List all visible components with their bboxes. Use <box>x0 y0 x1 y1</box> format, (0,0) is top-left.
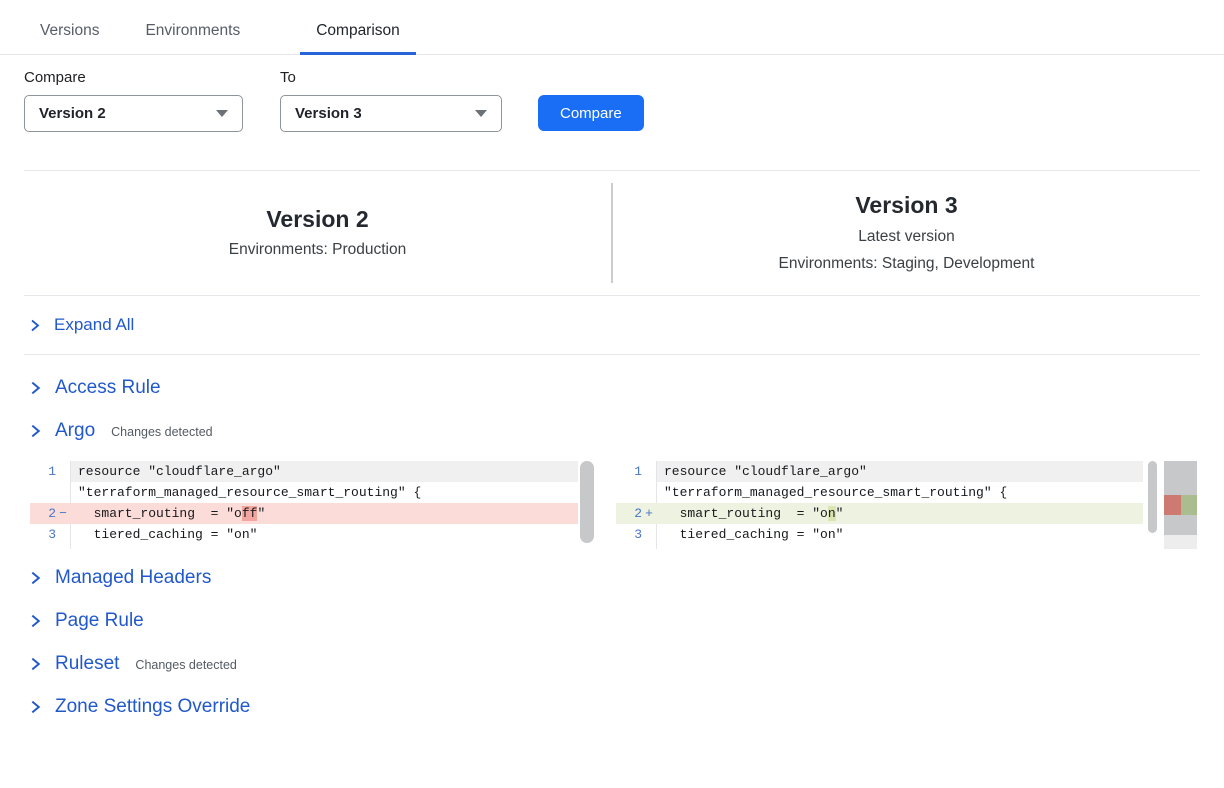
code-text: tiered_caching = "on" <box>70 524 578 545</box>
section-label: Managed Headers <box>55 567 211 589</box>
code-text: tiered_caching = "on" <box>656 524 1143 545</box>
chevron-right-icon <box>28 571 42 585</box>
tab-comparison[interactable]: Comparison <box>300 18 416 54</box>
section-label: Zone Settings Override <box>55 696 250 718</box>
compare-button[interactable]: Compare <box>538 95 644 131</box>
line-number: 3 <box>616 524 642 545</box>
right-pane-scrollbar[interactable] <box>1146 461 1159 549</box>
diff-line: } <box>30 545 578 549</box>
changes-detected-badge: Changes detected <box>111 425 212 439</box>
section-access-rule[interactable]: Access Rule <box>28 368 1224 408</box>
chevron-right-icon <box>28 657 42 671</box>
right-version-header: Version 3 Latest version Environments: S… <box>613 171 1200 295</box>
line-number: 3 <box>30 524 56 545</box>
chevron-right-icon <box>28 614 42 628</box>
code-text: } <box>656 545 1143 549</box>
compare-to-select[interactable]: Version 3 <box>280 95 502 132</box>
left-version-title: Version 2 <box>266 205 368 235</box>
section-page-rule[interactable]: Page Rule <box>28 601 1224 641</box>
version-headers: Version 2 Environments: Production Versi… <box>24 171 1200 295</box>
removed-marker: − <box>56 503 70 524</box>
line-number: 2 <box>30 503 56 524</box>
minimap-track <box>1164 461 1197 535</box>
diff-overview-minimap[interactable] <box>1164 461 1197 549</box>
diff-line-wrap: "terraform_managed_resource_smart_routin… <box>616 482 1143 503</box>
section-label: Argo <box>55 420 95 442</box>
section-label: Page Rule <box>55 610 144 632</box>
section-zone-settings-override[interactable]: Zone Settings Override <box>28 687 1224 727</box>
compare-from-group: Compare Version 2 <box>24 69 243 132</box>
diff-left-pane: 1 resource "cloudflare_argo" "terraform_… <box>30 461 596 549</box>
tab-versions[interactable]: Versions <box>24 18 115 54</box>
added-marker: + <box>642 503 656 524</box>
chevron-right-icon <box>28 700 42 714</box>
left-version-header: Version 2 Environments: Production <box>24 171 611 295</box>
compare-to-group: To Version 3 <box>280 69 502 132</box>
tab-environments[interactable]: Environments <box>129 18 256 54</box>
line-number: 1 <box>30 461 56 482</box>
removed-word-highlight: ff <box>242 506 258 521</box>
code-text: smart_routing = "on" <box>656 503 1143 524</box>
expand-all-label: Expand All <box>54 315 134 335</box>
code-text: "terraform_managed_resource_smart_routin… <box>70 482 578 503</box>
expand-all-button[interactable]: Expand All <box>28 296 1224 354</box>
divider <box>24 354 1200 355</box>
code-text: resource "cloudflare_argo" <box>70 461 578 482</box>
diff-line: 3 tiered_caching = "on" <box>616 524 1143 545</box>
compare-controls: Compare Version 2 To Version 3 Compare <box>24 69 1200 132</box>
right-version-title: Version 3 <box>855 191 957 221</box>
diff-line-removed: 2− smart_routing = "off" <box>30 503 578 524</box>
diff-line: } <box>616 545 1143 549</box>
right-version-environments: Environments: Staging, Development <box>779 254 1035 275</box>
line-number: 1 <box>616 461 642 482</box>
code-text: resource "cloudflare_argo" <box>656 461 1143 482</box>
right-version-subtitle: Latest version <box>858 227 955 248</box>
diff-right-pane: 1 resource "cloudflare_argo" "terraform_… <box>616 461 1197 549</box>
added-word-highlight: n <box>828 506 836 521</box>
section-argo[interactable]: Argo Changes detected <box>28 411 1224 451</box>
diff-line: 3 tiered_caching = "on" <box>30 524 578 545</box>
chevron-down-icon <box>216 110 228 117</box>
diff-right-code: 1 resource "cloudflare_argo" "terraform_… <box>616 461 1143 549</box>
diff-line-added: 2+ smart_routing = "on" <box>616 503 1143 524</box>
chevron-right-icon <box>28 319 41 332</box>
argo-diff-viewer: 1 resource "cloudflare_argo" "terraform_… <box>30 461 1197 549</box>
minimap-addition-marker <box>1181 495 1198 515</box>
compare-to-value: Version 3 <box>295 105 362 122</box>
chevron-right-icon <box>28 381 42 395</box>
minimap-footer <box>1164 535 1197 549</box>
compare-from-value: Version 2 <box>39 105 106 122</box>
diff-line-wrap: "terraform_managed_resource_smart_routin… <box>30 482 578 503</box>
code-text: "terraform_managed_resource_smart_routin… <box>656 482 1143 503</box>
diff-line: 1 resource "cloudflare_argo" <box>616 461 1143 482</box>
compare-to-label: To <box>280 69 502 86</box>
section-label: Access Rule <box>55 377 161 399</box>
chevron-right-icon <box>28 424 42 438</box>
compare-from-select[interactable]: Version 2 <box>24 95 243 132</box>
tab-bar: Versions Environments Comparison <box>0 0 1224 55</box>
left-version-environments: Environments: Production <box>229 240 406 261</box>
compare-from-label: Compare <box>24 69 243 86</box>
section-ruleset[interactable]: Ruleset Changes detected <box>28 644 1224 684</box>
section-managed-headers[interactable]: Managed Headers <box>28 558 1224 598</box>
sections-list: Access Rule Argo Changes detected 1 reso… <box>0 368 1224 727</box>
minimap-change-band <box>1164 495 1197 515</box>
code-text: } <box>70 545 578 549</box>
left-pane-scrollbar[interactable] <box>578 461 596 549</box>
code-text: smart_routing = "off" <box>70 503 578 524</box>
minimap-deletion-marker <box>1164 495 1181 515</box>
changes-detected-badge: Changes detected <box>135 658 236 672</box>
chevron-down-icon <box>475 110 487 117</box>
diff-left-code: 1 resource "cloudflare_argo" "terraform_… <box>30 461 578 549</box>
line-number: 2 <box>616 503 642 524</box>
diff-line: 1 resource "cloudflare_argo" <box>30 461 578 482</box>
section-label: Ruleset <box>55 653 119 675</box>
